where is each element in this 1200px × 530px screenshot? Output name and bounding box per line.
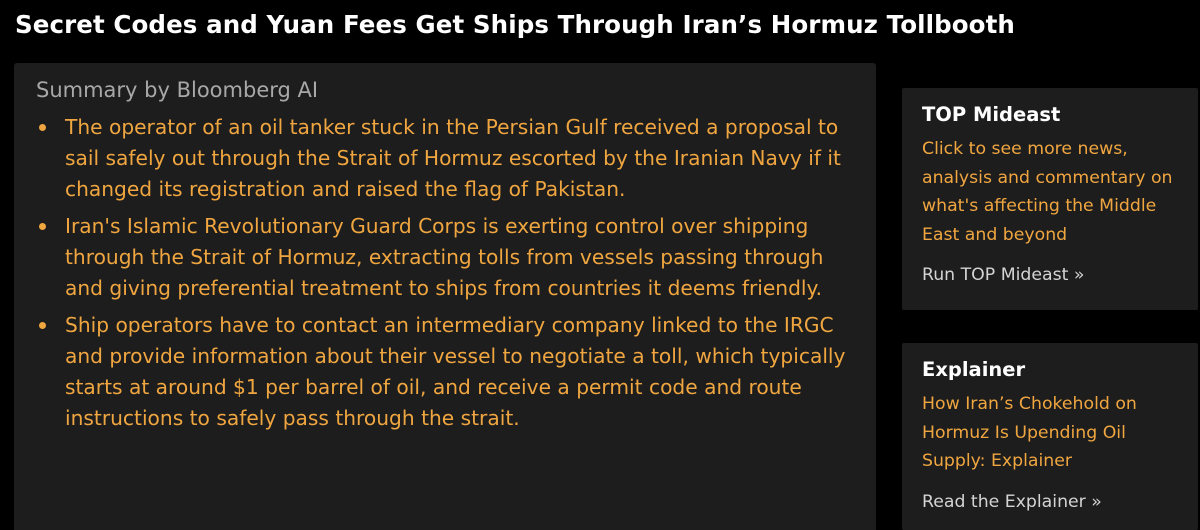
summary-bullet: Ship operators have to contact an interm… [36,310,854,434]
bullet-dot-icon [39,223,46,230]
explainer-article-link[interactable]: How Iran’s Chokehold on Hormuz Is Upendi… [922,390,1178,476]
bullet-dot-icon [39,322,46,329]
ai-summary-panel: Summary by Bloomberg AI The operator of … [14,63,876,530]
top-mideast-title: TOP Mideast [922,103,1061,126]
run-top-mideast-link[interactable]: Run TOP Mideast » [922,265,1178,285]
read-explainer-link[interactable]: Read the Explainer » [922,492,1178,512]
summary-bullet: Iran's Islamic Revolutionary Guard Corps… [36,211,854,304]
summary-bullet-text: Iran's Islamic Revolutionary Guard Corps… [65,214,824,300]
explainer-title: Explainer [922,358,1026,381]
summary-title: Summary by Bloomberg AI [36,78,319,102]
bullet-dot-icon [39,124,46,131]
article-headline: Secret Codes and Yuan Fees Get Ships Thr… [15,10,1015,39]
summary-bullet-text: Ship operators have to contact an interm… [65,313,846,430]
summary-bullet-text: The operator of an oil tanker stuck in t… [65,115,841,201]
summary-bullet-list: The operator of an oil tanker stuck in t… [36,112,854,434]
explainer-card: Explainer How Iran’s Chokehold on Hormuz… [902,343,1198,530]
summary-bullet: The operator of an oil tanker stuck in t… [36,112,854,205]
top-mideast-description-link[interactable]: Click to see more news, analysis and com… [922,135,1178,249]
top-mideast-card: TOP Mideast Click to see more news, anal… [902,88,1198,310]
